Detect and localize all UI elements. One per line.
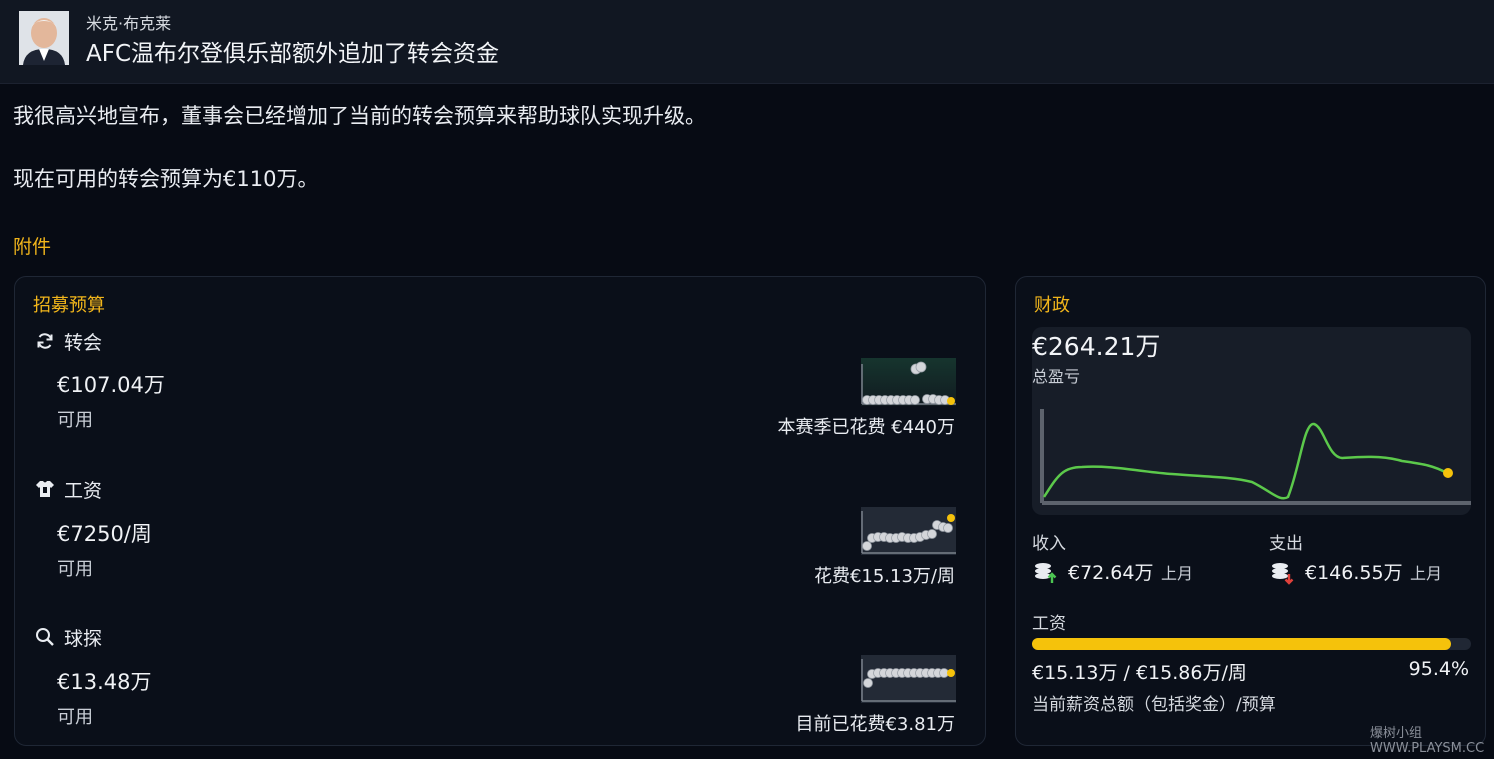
shirt-icon — [36, 481, 54, 497]
expense-label: 支出 — [1269, 534, 1303, 554]
message-body-line1: 我很高兴地宣布，董事会已经增加了当前的转会预算来帮助球队实现升级。 — [13, 104, 706, 128]
income-label: 收入 — [1032, 534, 1066, 554]
transfer-spend-sparkline — [861, 358, 956, 406]
wages-budget-value: €15.13万 / €15.86万/周 — [1032, 662, 1247, 684]
search-icon — [36, 628, 54, 646]
sender-name: 米克·布克莱 — [86, 14, 172, 33]
scouting-amount: €13.48万 — [57, 670, 152, 694]
watermark: 爆树小组 WWW.PLAYSM.CC — [1370, 726, 1485, 756]
transfer-amount: €107.04万 — [57, 373, 165, 397]
wages-budget-desc: 当前薪资总额（包括奖金）/预算 — [1032, 695, 1276, 715]
income-coins-icon — [1035, 563, 1057, 583]
wages-budget-percent: 95.4% — [1408, 658, 1469, 680]
scouting-spent: 目前已花费€3.81万 — [795, 714, 955, 735]
expense-value: €146.55万 — [1305, 562, 1403, 584]
scouting-status: 可用 — [57, 707, 93, 728]
wages-spend-sparkline — [861, 507, 956, 555]
wages-spent: 花费€15.13万/周 — [813, 566, 955, 587]
transfer-status: 可用 — [57, 410, 93, 431]
finance-title: 财政 — [1034, 295, 1070, 316]
scouting-spend-sparkline — [861, 655, 956, 703]
expense-period: 上月 — [1410, 564, 1443, 583]
scouting-label: 球探 — [64, 628, 103, 650]
refresh-icon — [37, 333, 53, 349]
recruitment-budget-panel[interactable]: 招募预算 转会 €107.04万 可用 本赛季已花费 €440万 工资 €725… — [14, 276, 986, 746]
transfer-spent: 本赛季已花费 €440万 — [777, 417, 955, 438]
transfer-label: 转会 — [64, 332, 103, 354]
finance-panel[interactable]: 财政 €264.21万 总盈亏 收入 €72.64万 上月 支出 €146.55… — [1015, 276, 1486, 746]
message-body-line2: 现在可用的转会预算为€110万。 — [13, 167, 319, 191]
wages-budget-bar-fill — [1032, 638, 1451, 650]
sender-avatar — [19, 11, 69, 65]
message-subject: AFC温布尔登俱乐部额外追加了转会资金 — [86, 41, 500, 67]
wages-label: 工资 — [64, 480, 103, 502]
wages-budget-label: 工资 — [1032, 614, 1066, 634]
wages-budget-bar — [1032, 638, 1471, 650]
message-header: 米克·布克莱 AFC温布尔登俱乐部额外追加了转会资金 — [0, 0, 1494, 84]
recruitment-title: 招募预算 — [33, 295, 105, 316]
total-profit-label: 总盈亏 — [1032, 367, 1081, 386]
total-profit-value: €264.21万 — [1032, 332, 1161, 361]
income-period: 上月 — [1161, 564, 1194, 583]
expense-coins-icon — [1272, 563, 1294, 585]
attachments-label: 附件 — [13, 236, 52, 258]
wages-amount: €7250/周 — [57, 522, 152, 546]
income-value: €72.64万 — [1068, 562, 1154, 584]
wages-status: 可用 — [57, 559, 93, 580]
